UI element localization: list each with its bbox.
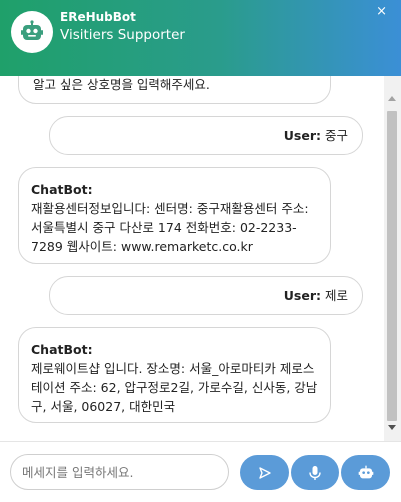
user-message: User: 제로	[49, 276, 363, 315]
voice-button[interactable]	[291, 455, 339, 490]
scroll-thumb[interactable]	[387, 111, 397, 421]
user-sender-label: User:	[283, 288, 321, 303]
user-sender-label: User:	[283, 128, 321, 143]
user-message-text: 제로	[324, 288, 348, 303]
bot-message: ChatBot: 재활용센터정보입니다: 센터명: 중구재활용센터 주소: 서울…	[18, 167, 331, 264]
bot-name: EReHubBot	[60, 10, 136, 24]
user-message: User: 중구	[49, 116, 363, 155]
bot-avatar	[11, 11, 53, 53]
chat-header: EReHubBot Visitiers Supporter ×	[0, 0, 401, 78]
user-message-text: 중구	[324, 128, 348, 143]
microphone-icon	[309, 465, 321, 480]
message-input[interactable]	[10, 454, 229, 490]
bot-message: ChatBot: 제로웨이트샵 입니다. 장소명: 서울_아로마티카 제로스테이…	[18, 327, 331, 423]
bot-message-text: 제로웨이트샵 입니다. 장소명: 서울_아로마티카 제로스테이션 주소: 62,…	[31, 361, 318, 414]
close-icon[interactable]: ×	[376, 4, 387, 19]
scroll-down-icon[interactable]	[388, 425, 396, 430]
bot-message-partial: 알고 싶은 상호명을 입력해주세요.	[18, 76, 331, 104]
composer	[0, 441, 401, 502]
chat-scrollbar[interactable]	[384, 76, 401, 441]
bot-subtitle: Visitiers Supporter	[60, 27, 185, 43]
bot-button[interactable]	[341, 455, 390, 490]
bot-sender-label: ChatBot:	[31, 342, 93, 357]
bot-sender-label: ChatBot:	[31, 182, 93, 197]
robot-icon	[358, 465, 373, 478]
message-list[interactable]: 알고 싶은 상호명을 입력해주세요. User: 중구 ChatBot: 재활용…	[0, 76, 384, 441]
scroll-up-icon[interactable]	[388, 96, 396, 101]
send-icon	[258, 466, 271, 479]
robot-icon	[21, 20, 43, 40]
bot-message-text: 알고 싶은 상호명을 입력해주세요.	[33, 77, 210, 92]
bot-message-text: 재활용센터정보입니다: 센터명: 중구재활용센터 주소: 서울특별시 중구 다산…	[31, 201, 309, 254]
send-button[interactable]	[240, 455, 289, 490]
